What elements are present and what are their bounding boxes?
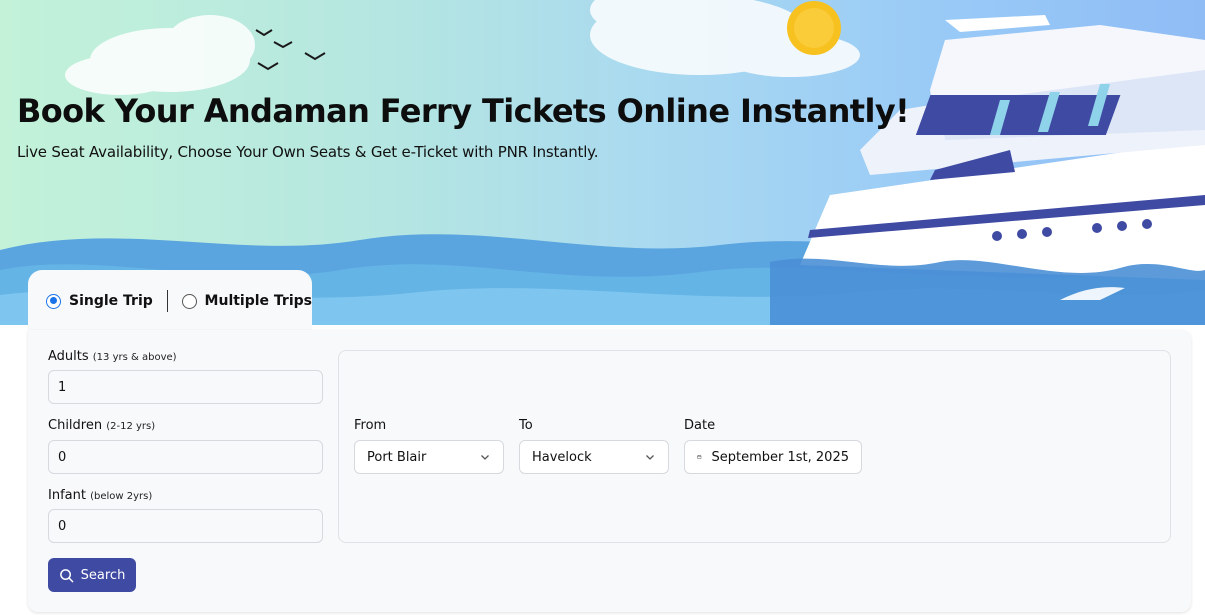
adults-label: Adults (13 yrs & above) <box>48 349 177 364</box>
children-input[interactable] <box>48 440 323 474</box>
wave-splash <box>770 258 1205 325</box>
to-select[interactable]: Havelock <box>519 440 669 474</box>
search-button[interactable]: Search <box>48 558 136 592</box>
calendar-icon <box>697 455 702 459</box>
infant-hint: (below 2yrs) <box>90 491 153 502</box>
ferry-ship <box>800 15 1205 280</box>
date-label: Date <box>684 418 716 433</box>
children-label: Children (2-12 yrs) <box>48 418 155 433</box>
to-label: To <box>519 418 533 433</box>
multiple-trips-option[interactable]: Multiple Trips <box>181 293 312 309</box>
from-label: From <box>354 418 387 433</box>
search-icon <box>59 568 73 582</box>
children-hint: (2-12 yrs) <box>106 421 156 432</box>
page-title: Book Your Andaman Ferry Tickets Online I… <box>17 92 910 130</box>
children-label-text: Children <box>48 418 103 433</box>
birds <box>255 29 326 71</box>
single-trip-radio[interactable] <box>46 293 61 309</box>
infant-label: Infant (below 2yrs) <box>48 488 152 503</box>
chevron-down-icon <box>481 455 489 460</box>
adults-label-text: Adults <box>48 349 89 364</box>
adults-input[interactable] <box>48 370 323 404</box>
multiple-trips-label: Multiple Trips <box>204 293 312 309</box>
infant-input[interactable] <box>48 509 323 543</box>
date-picker[interactable]: September 1st, 2025 <box>684 440 862 474</box>
multiple-trips-radio[interactable] <box>181 293 197 309</box>
single-trip-option[interactable]: Single Trip <box>46 293 153 309</box>
trip-type-tabs: Single Trip Multiple Trips <box>28 270 312 332</box>
to-value: Havelock <box>532 449 592 465</box>
adults-hint: (13 yrs & above) <box>92 352 177 363</box>
from-value: Port Blair <box>367 449 427 465</box>
tab-divider <box>166 290 168 312</box>
date-value: September 1st, 2025 <box>711 449 849 465</box>
single-trip-label: Single Trip <box>69 293 153 309</box>
cloud-left <box>65 15 255 95</box>
chevron-down-icon <box>646 455 654 460</box>
page-subtitle: Live Seat Availability, Choose Your Own … <box>17 143 599 161</box>
search-button-label: Search <box>80 567 126 583</box>
from-select[interactable]: Port Blair <box>354 440 504 474</box>
infant-label-text: Infant <box>48 488 86 503</box>
